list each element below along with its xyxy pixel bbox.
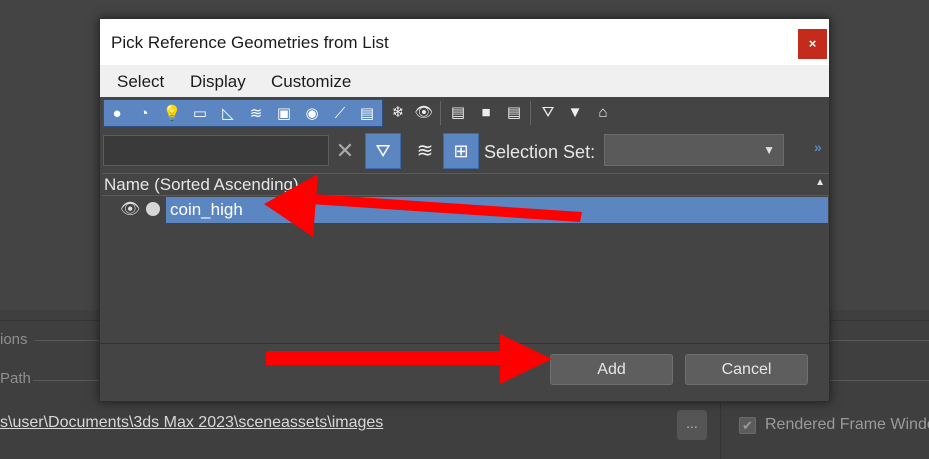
toolbar-separator — [530, 101, 531, 125]
cancel-button[interactable]: Cancel — [685, 354, 808, 385]
rendered-frame-checkbox[interactable]: ✔ — [739, 417, 756, 434]
dialog-titlebar: Pick Reference Geometries from List × — [100, 19, 829, 65]
object-list: Name (Sorted Ascending) ▲ 👁 coin_high — [102, 173, 829, 343]
section-label: ions — [0, 331, 28, 348]
layers-icon[interactable]: ≋ — [410, 135, 440, 167]
container-icon[interactable]: ▤ — [356, 103, 378, 125]
freeze-icon[interactable]: ❄ — [387, 102, 409, 124]
rendered-frame-label: Rendered Frame Windo — [765, 416, 929, 433]
eye-icon[interactable]: 👁 — [413, 102, 435, 124]
frame-icon[interactable]: ⌂ — [592, 102, 614, 124]
toolbar-separator — [440, 101, 441, 125]
menu-bar: Select Display Customize — [100, 65, 829, 97]
bone-icon[interactable]: ⟋ — [329, 103, 351, 125]
object-type-filters: ● ◔ 💡 ▭ ◺ ≋ ▣ ◉ ⟋ ▤ — [103, 99, 383, 127]
ruler-icon[interactable]: ◺ — [217, 103, 239, 125]
path-label: Path — [0, 370, 31, 387]
dialog-footer: Add Cancel — [100, 343, 829, 401]
list-item[interactable]: 👁 coin_high — [102, 197, 829, 223]
dialog-title: Pick Reference Geometries from List — [111, 33, 389, 52]
sort-ascending-icon: ▲ — [815, 177, 825, 188]
browse-button[interactable]: ... — [677, 410, 707, 440]
space-warp-icon[interactable]: ≋ — [245, 103, 267, 125]
camera-icon[interactable]: ▭ — [189, 103, 211, 125]
hierarchy-icon[interactable]: ⊞ — [443, 133, 479, 169]
selection-set-dropdown[interactable]: ▼ — [604, 134, 784, 166]
close-button[interactable]: × — [798, 29, 827, 59]
clear-search-icon[interactable]: ✕ — [334, 137, 356, 165]
menu-customize[interactable]: Customize — [271, 72, 351, 92]
vertical-divider — [720, 395, 721, 459]
search-toolbar: ✕ ⛛ ≋ ⊞ Selection Set: ▼ » — [100, 131, 829, 173]
filter-toggle-button[interactable]: ⛛ — [365, 133, 401, 169]
folder-path-link[interactable]: s\user\Documents\3ds Max 2023\sceneasset… — [0, 414, 383, 432]
object-type-icon — [146, 202, 160, 216]
overflow-chevron-icon[interactable]: » — [814, 139, 822, 155]
column-name-header[interactable]: Name (Sorted Ascending) — [104, 175, 299, 195]
square-icon[interactable]: ■ — [475, 102, 497, 124]
selection-set-label: Selection Set: — [484, 142, 596, 162]
sphere-icon[interactable]: ● — [106, 103, 128, 125]
search-input[interactable] — [103, 135, 329, 166]
pick-reference-dialog: Pick Reference Geometries from List × Se… — [99, 18, 830, 402]
overlap-shapes-icon[interactable]: ◔ — [133, 103, 155, 125]
menu-display[interactable]: Display — [190, 72, 246, 92]
gear-filter-icon[interactable]: ⛛ — [537, 102, 559, 124]
chevron-down-icon: ▼ — [763, 143, 775, 157]
document-icon[interactable]: ▤ — [503, 102, 525, 124]
light-bulb-icon[interactable]: 💡 — [161, 103, 183, 125]
add-button[interactable]: Add — [550, 354, 673, 385]
list-icon[interactable]: ▤ — [447, 102, 469, 124]
visibility-eye-icon[interactable]: 👁 — [120, 199, 140, 219]
menu-select[interactable]: Select — [117, 72, 164, 92]
list-column-header[interactable]: Name (Sorted Ascending) ▲ — [102, 174, 829, 196]
group-icon[interactable]: ▣ — [273, 103, 295, 125]
list-item-name[interactable]: coin_high — [166, 197, 828, 223]
filter-icon[interactable]: ▼ — [564, 102, 586, 124]
filter-toolbar: ● ◔ 💡 ▭ ◺ ≋ ▣ ◉ ⟋ ▤ ❄ 👁 ▤ ■ ▤ ⛛ ▼ ⌂ — [100, 97, 829, 131]
xref-icon[interactable]: ◉ — [301, 103, 323, 125]
